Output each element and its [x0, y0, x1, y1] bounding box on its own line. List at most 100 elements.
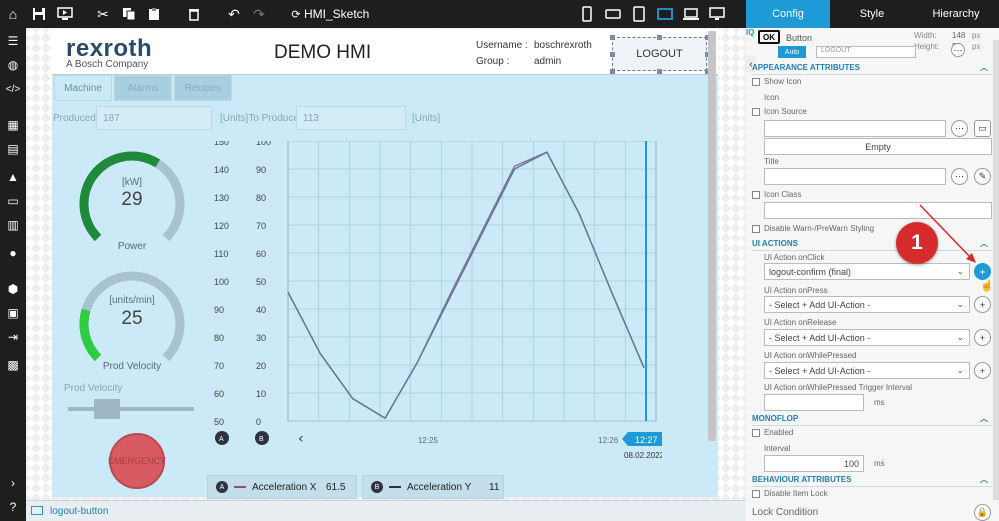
tablet-landscape-icon[interactable]	[656, 5, 674, 23]
width-value: 148	[952, 31, 966, 40]
warning-icon[interactable]: ▲	[4, 168, 22, 186]
add-action-button[interactable]: +	[974, 296, 991, 313]
tab-hierarchy[interactable]: Hierarchy	[914, 0, 998, 28]
panel-tabs: Config Style Hierarchy	[746, 0, 999, 28]
resize-handle[interactable]	[657, 69, 662, 74]
acceleration-chart: 150 100140 90130 80120 70110 60100 5090 4080 307…	[214, 141, 662, 460]
show-icon-checkbox[interactable]	[752, 78, 760, 86]
redo-icon[interactable]: ↷	[250, 5, 268, 23]
on-release-placeholder: - Select + Add UI-Action -	[769, 333, 871, 343]
cube-icon[interactable]: ⬢	[4, 280, 22, 298]
display-icon[interactable]: ▭	[974, 120, 991, 137]
disable-warn-checkbox[interactable]	[752, 225, 760, 233]
help-icon[interactable]: ?	[4, 498, 22, 516]
save-icon[interactable]	[30, 5, 48, 23]
trigger-interval-input[interactable]	[764, 394, 864, 411]
code-icon[interactable]: </>	[4, 80, 22, 98]
add-action-button[interactable]: +	[974, 362, 991, 379]
desktop-icon[interactable]	[708, 5, 726, 23]
y-tick-label-right: 40	[256, 305, 266, 315]
chart-icon[interactable]: ▤	[4, 140, 22, 158]
tab-recipes[interactable]: Recipes	[174, 75, 232, 101]
title-input[interactable]	[764, 168, 946, 185]
tablet-portrait-icon[interactable]	[630, 5, 648, 23]
cut-icon[interactable]: ✂	[94, 5, 112, 23]
y-tick-label-right: 50	[256, 277, 266, 287]
text-field[interactable]: LOGOUT	[816, 46, 916, 58]
tab-config[interactable]: Config	[746, 0, 830, 28]
more-options-button[interactable]: ⋯	[951, 168, 968, 185]
preview-icon[interactable]	[56, 5, 74, 23]
logout-button[interactable]: LOGOUT	[612, 37, 707, 71]
on-release-select[interactable]: - Select + Add UI-Action - ⌄	[764, 329, 970, 346]
units-label: [Units]	[412, 113, 441, 124]
resize-handle[interactable]	[610, 52, 615, 57]
delete-icon[interactable]	[185, 5, 203, 23]
icon-source-input[interactable]	[764, 120, 946, 137]
element-type: Button	[786, 33, 813, 43]
velocity-value: 25	[121, 308, 143, 329]
scrollbar-thumb[interactable]	[708, 31, 716, 441]
enabled-checkbox[interactable]	[752, 429, 760, 437]
laptop-icon[interactable]	[682, 5, 700, 23]
legend-swatch	[389, 486, 401, 488]
appearance-header[interactable]: APPEARANCE ATTRIBUTES ︿	[752, 63, 992, 75]
more-button[interactable]: ⋯	[951, 43, 965, 57]
legend-swatch	[234, 486, 246, 488]
selected-element[interactable]: logout-button	[50, 506, 108, 517]
resize-handle[interactable]	[657, 35, 662, 40]
globe-icon[interactable]: ◍	[4, 56, 22, 74]
velocity-slider-thumb[interactable]	[94, 399, 120, 419]
edit-icon[interactable]: ✎	[974, 168, 991, 185]
disable-item-lock-checkbox[interactable]	[752, 490, 760, 498]
interval-input[interactable]: 100	[764, 455, 864, 472]
legend-name: Acceleration Y	[407, 481, 472, 493]
layers-icon[interactable]: ▥	[4, 216, 22, 234]
ms-unit: ms	[874, 459, 885, 468]
more-options-button[interactable]: ⋯	[951, 120, 968, 137]
cursor-hand-icon: ☝	[980, 280, 994, 292]
panel-scrollbar[interactable]	[993, 40, 999, 500]
lock-icon[interactable]: 🔒	[974, 504, 991, 521]
paste-icon[interactable]	[145, 5, 163, 23]
phone-landscape-icon[interactable]	[604, 5, 622, 23]
user-icon[interactable]: ●	[4, 244, 22, 262]
power-value: 29	[121, 189, 143, 210]
grid-icon[interactable]: ▩	[4, 356, 22, 374]
export-icon[interactable]: ⇥	[4, 328, 22, 346]
top-toolbar: ⌂ ✂ ↶ ↷ ⟳ HMI_Sketch	[0, 0, 746, 28]
undo-icon[interactable]: ↶	[225, 5, 243, 23]
icon-class-checkbox[interactable]	[752, 191, 760, 199]
produced-field: 187	[96, 106, 212, 130]
resize-handle[interactable]	[610, 35, 615, 40]
card-icon[interactable]: ▭	[4, 192, 22, 210]
on-press-select[interactable]: - Select + Add UI-Action - ⌄	[764, 296, 970, 313]
widgets-icon[interactable]: ▦	[4, 116, 22, 134]
tab-machine[interactable]: Machine	[54, 75, 112, 101]
icon-source-checkbox[interactable]	[752, 108, 760, 116]
add-action-button[interactable]: +	[974, 329, 991, 346]
copy-icon[interactable]	[120, 5, 138, 23]
behaviour-header[interactable]: BEHAVIOUR ATTRIBUTES ︿	[752, 475, 992, 487]
y-tick-label-left: 100	[214, 277, 229, 287]
velocity-slider-track[interactable]	[68, 407, 194, 411]
tab-alarms[interactable]: Alarms	[114, 75, 172, 101]
on-while-pressed-select[interactable]: - Select + Add UI-Action - ⌄	[764, 362, 970, 379]
expand-icon[interactable]: ›	[4, 474, 22, 492]
x-tick-label: 12:25	[418, 436, 439, 445]
resize-handle[interactable]	[610, 69, 615, 74]
home-icon[interactable]: ⌂	[4, 5, 22, 23]
canvas-scrollbar[interactable]	[708, 31, 716, 441]
monoflop-header[interactable]: MONOFLOP ︿	[752, 414, 992, 426]
auto-tab[interactable]: Auto	[778, 46, 806, 58]
list-icon[interactable]: ☰	[4, 32, 22, 50]
y-tick-label-right: 80	[256, 193, 266, 203]
annotation-number: 1	[896, 222, 938, 264]
ok-badge: OK	[758, 30, 780, 44]
devices-icon[interactable]: ▣	[4, 304, 22, 322]
chevron-left-icon: ‹	[298, 431, 304, 447]
emergency-button[interactable]: EMERGENCY	[108, 433, 166, 489]
tab-style[interactable]: Style	[830, 0, 914, 28]
power-label: Power	[117, 241, 147, 252]
phone-portrait-icon[interactable]	[578, 5, 596, 23]
